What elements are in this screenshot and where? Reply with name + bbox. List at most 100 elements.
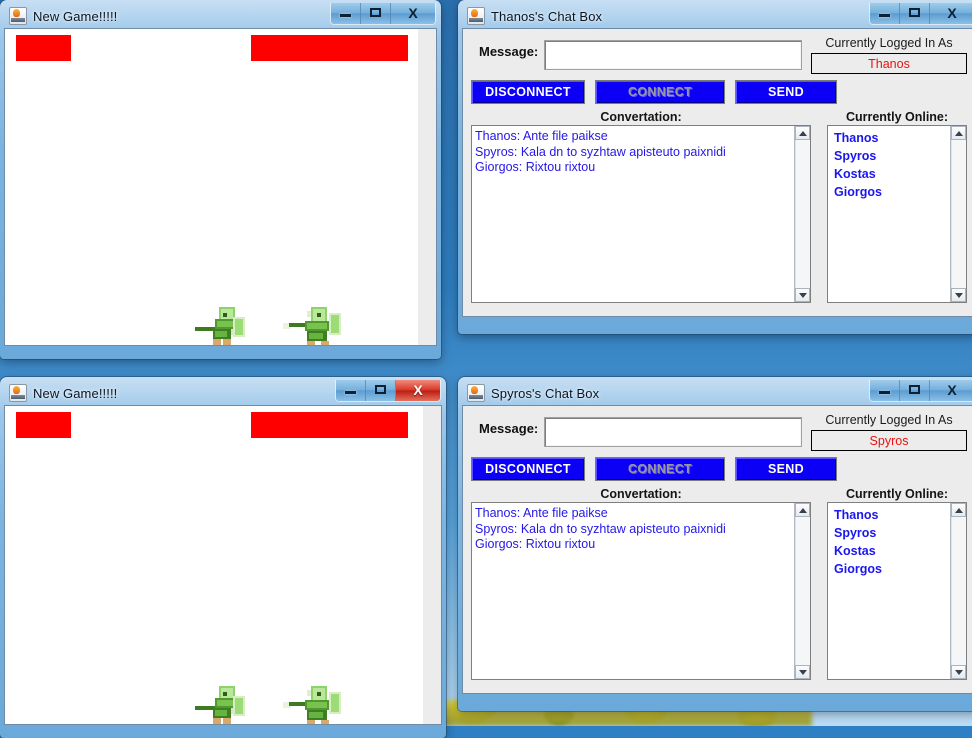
window-controls[interactable]: X <box>869 3 972 25</box>
minimize-button[interactable] <box>870 380 900 401</box>
window-controls[interactable]: X <box>330 3 436 25</box>
maximize-button[interactable] <box>900 3 930 24</box>
scroll-down-button[interactable] <box>795 288 810 302</box>
action-buttons: DISCONNECT CONNECT SEND <box>471 457 967 481</box>
list-item[interactable]: Thanos <box>831 506 948 524</box>
game-canvas[interactable] <box>5 29 436 345</box>
player-health-bar <box>16 412 71 438</box>
close-button[interactable]: X <box>930 380 972 401</box>
list-item[interactable]: Thanos <box>831 129 948 147</box>
connect-button[interactable]: CONNECT <box>595 457 725 481</box>
conversation-label: Convertation: <box>600 110 682 124</box>
enemy-health-bar <box>251 412 408 438</box>
online-label: Currently Online: <box>845 487 949 501</box>
logged-in-panel: Currently Logged In As Thanos <box>811 36 967 74</box>
list-item[interactable]: Kostas <box>831 165 948 183</box>
game-client-area-top <box>4 28 437 346</box>
list-item[interactable]: Spyros <box>831 147 948 165</box>
list-item[interactable]: Kostas <box>831 542 948 560</box>
close-icon: X <box>947 382 957 398</box>
maximize-button[interactable] <box>900 380 930 401</box>
scroll-up-button[interactable] <box>951 503 966 517</box>
scroll-up-button[interactable] <box>951 126 966 140</box>
close-button[interactable]: X <box>930 3 972 24</box>
titlebar-game-top[interactable]: New Game!!!!! X <box>4 3 437 28</box>
list-item[interactable]: Giorgos <box>831 183 948 201</box>
game-canvas[interactable] <box>5 406 441 724</box>
disconnect-button[interactable]: DISCONNECT <box>471 80 585 104</box>
online-list[interactable]: Thanos Spyros Kostas Giorgos <box>828 126 950 302</box>
disconnect-button[interactable]: DISCONNECT <box>471 457 585 481</box>
logged-in-user-box: Spyros <box>811 430 967 451</box>
minimize-icon <box>340 14 351 17</box>
conversation-line: Giorgos: Rixtou rixtou <box>475 537 596 551</box>
maximize-icon <box>375 385 386 394</box>
conversation-box: Thanos: Ante file paikse Spyros: Kala dn… <box>471 125 811 303</box>
list-item[interactable]: Giorgos <box>831 560 948 578</box>
scrollbar-track[interactable] <box>951 140 966 288</box>
connect-button[interactable]: CONNECT <box>595 80 725 104</box>
canvas-gutter <box>418 29 436 345</box>
conversation-text[interactable]: Thanos: Ante file paikse Spyros: Kala dn… <box>472 503 794 679</box>
send-button[interactable]: SEND <box>735 80 837 104</box>
chevron-up-icon <box>798 131 807 136</box>
online-scrollbar[interactable] <box>950 126 966 302</box>
conversation-text[interactable]: Thanos: Ante file paikse Spyros: Kala dn… <box>472 126 794 302</box>
conversation-label: Convertation: <box>600 487 682 501</box>
chevron-up-icon <box>954 131 963 136</box>
online-section: Currently Online: Thanos Spyros Kostas G… <box>827 109 967 303</box>
list-item[interactable]: Spyros <box>831 524 948 542</box>
scroll-down-button[interactable] <box>951 288 966 302</box>
scrollbar-track[interactable] <box>795 517 810 665</box>
message-label: Message: <box>479 421 539 436</box>
conversation-box: Thanos: Ante file paikse Spyros: Kala dn… <box>471 502 811 680</box>
close-button[interactable]: X <box>391 3 435 24</box>
minimize-button[interactable] <box>336 380 366 401</box>
message-input[interactable] <box>544 417 802 447</box>
green-warrior-spear-right <box>283 307 341 345</box>
titlebar-chat-spyros[interactable]: Spyros's Chat Box X <box>462 380 972 405</box>
message-row: Message: Currently Logged In As Thanos <box>471 36 967 74</box>
window-title: New Game!!!!! <box>33 8 118 24</box>
online-scrollbar[interactable] <box>950 503 966 679</box>
scroll-down-button[interactable] <box>951 665 966 679</box>
online-list-box: Thanos Spyros Kostas Giorgos <box>827 502 967 680</box>
maximize-button[interactable] <box>366 380 396 401</box>
window-chat-thanos[interactable]: Thanos's Chat Box X Message: Currently L… <box>458 0 972 334</box>
player-health-bar <box>16 35 71 61</box>
window-chat-spyros[interactable]: Spyros's Chat Box X Message: Currently L… <box>458 377 972 711</box>
scroll-up-button[interactable] <box>795 503 810 517</box>
minimize-button[interactable] <box>870 3 900 24</box>
scrollbar-track[interactable] <box>795 140 810 288</box>
online-list[interactable]: Thanos Spyros Kostas Giorgos <box>828 503 950 679</box>
window-controls[interactable]: X <box>869 380 972 402</box>
scroll-up-button[interactable] <box>795 126 810 140</box>
conversation-line: Thanos: Ante file paikse <box>475 506 608 520</box>
minimize-icon <box>345 391 356 394</box>
close-icon: X <box>947 5 957 21</box>
conversation-scrollbar[interactable] <box>794 126 810 302</box>
maximize-button[interactable] <box>361 3 391 24</box>
close-icon: X <box>413 382 423 398</box>
scrollbar-track[interactable] <box>951 517 966 665</box>
game-client-area-bottom <box>4 405 442 725</box>
message-input[interactable] <box>544 40 802 70</box>
minimize-button[interactable] <box>331 3 361 24</box>
send-button[interactable]: SEND <box>735 457 837 481</box>
close-icon: X <box>408 5 418 21</box>
scroll-down-button[interactable] <box>795 665 810 679</box>
window-game-top[interactable]: New Game!!!!! X <box>0 0 441 359</box>
lists-row: Convertation: Thanos: Ante file paikse S… <box>471 109 967 303</box>
window-controls[interactable]: X <box>335 380 441 402</box>
logged-in-username: Thanos <box>868 56 910 71</box>
chat-client-area: Message: Currently Logged In As Spyros D… <box>462 405 972 694</box>
titlebar-chat-thanos[interactable]: Thanos's Chat Box X <box>462 3 972 28</box>
conversation-section: Convertation: Thanos: Ante file paikse S… <box>471 109 811 303</box>
titlebar-game-bottom[interactable]: New Game!!!!! X <box>4 380 442 405</box>
conversation-scrollbar[interactable] <box>794 503 810 679</box>
conversation-line: Giorgos: Rixtou rixtou <box>475 160 596 174</box>
close-button[interactable]: X <box>396 380 440 401</box>
window-game-bottom[interactable]: New Game!!!!! X <box>0 377 446 738</box>
message-label: Message: <box>479 44 539 59</box>
maximize-icon <box>909 8 920 17</box>
